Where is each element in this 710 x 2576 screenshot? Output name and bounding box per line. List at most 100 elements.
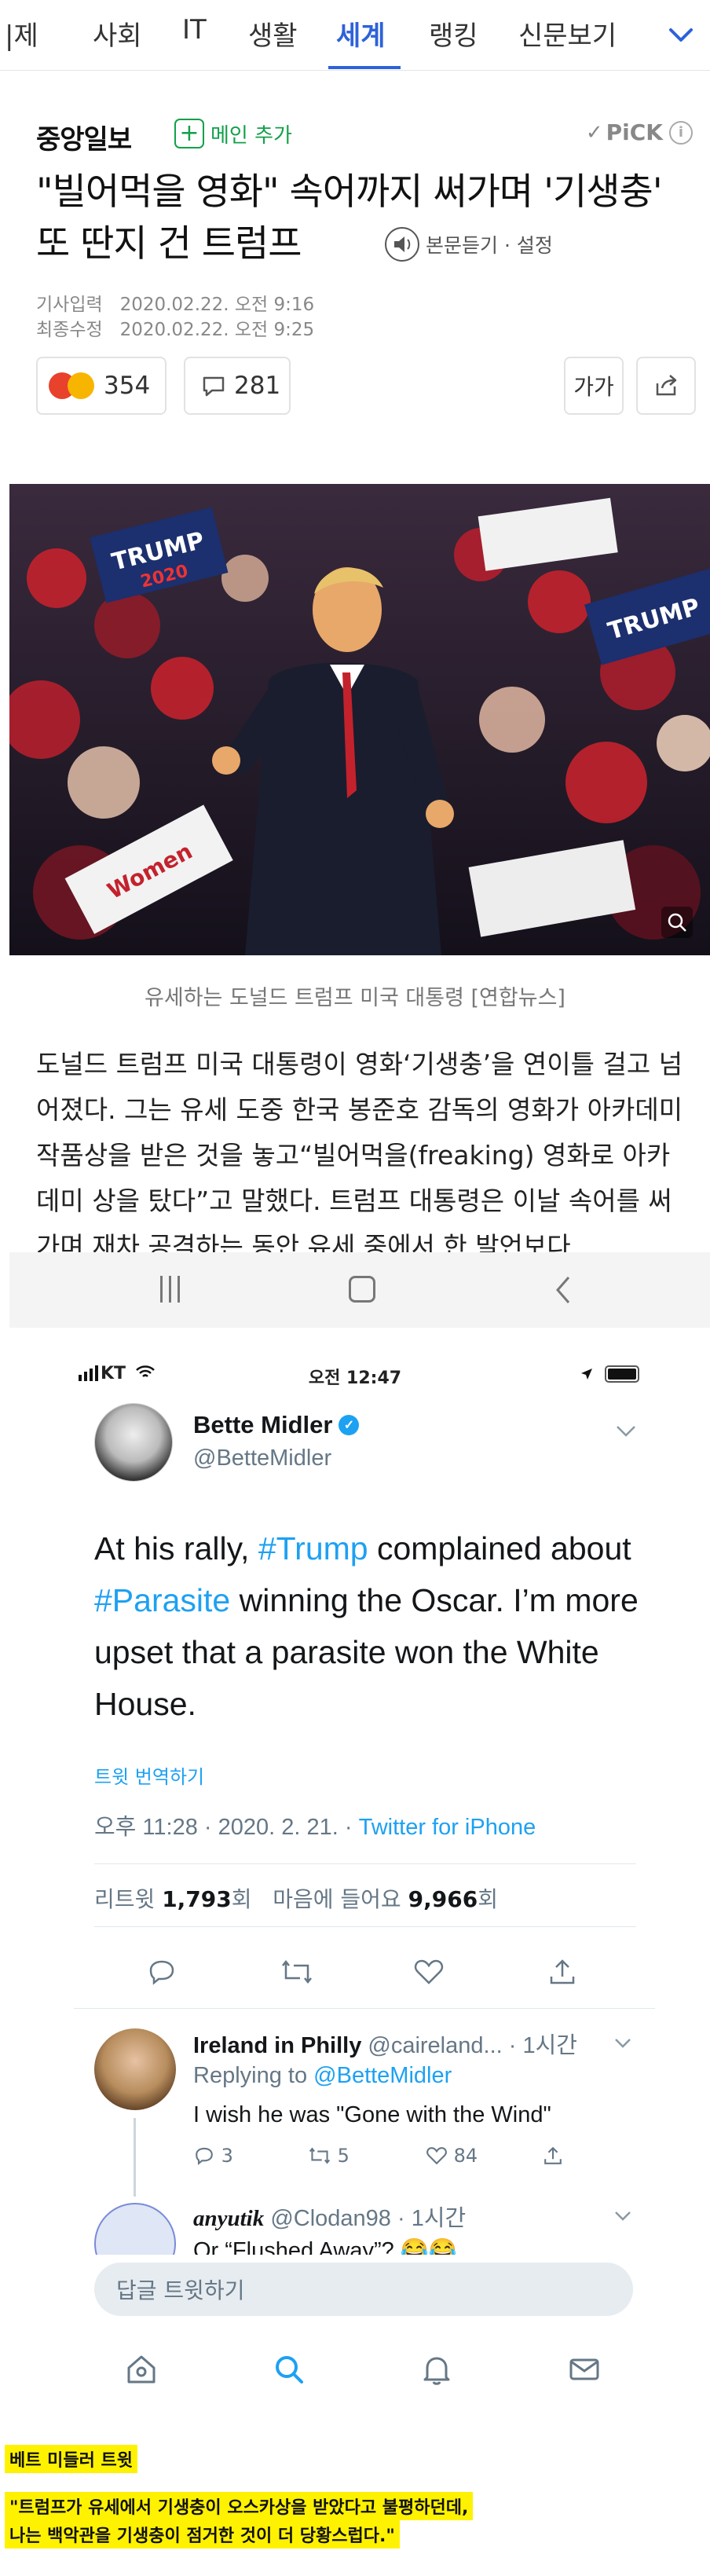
reply-icon[interactable]	[146, 1956, 178, 1988]
nav-tab-world[interactable]: 세계	[336, 14, 386, 53]
reply2-author-handle[interactable]: @Clodan98	[270, 2206, 391, 2231]
pick-label: PiCK	[606, 119, 663, 145]
info-icon[interactable]: i	[669, 120, 693, 145]
chevron-down-icon[interactable]	[661, 16, 701, 55]
zoom-icon[interactable]	[660, 905, 694, 940]
nav-tab-newspaper[interactable]: 신문보기	[518, 14, 617, 53]
reply-retweet-button[interactable]: 5	[308, 2145, 350, 2167]
check-icon: ✓	[585, 120, 603, 145]
author-name[interactable]: Bette Midler ✓	[193, 1411, 360, 1439]
reply2-menu-chevron-icon[interactable]	[613, 2209, 633, 2223]
listen-label: 본문듣기 · 설정	[426, 234, 553, 257]
modified-date: 2020.02.22. 오전 9:25	[119, 320, 315, 340]
retweet-icon	[309, 2147, 331, 2164]
comment-button[interactable]: 281	[184, 357, 291, 415]
count-unit: 회	[231, 1886, 252, 1912]
comment-icon	[203, 376, 225, 397]
share-button[interactable]	[636, 357, 696, 415]
reply-header: Ireland in Philly @caireland... · 1시간	[193, 2027, 577, 2060]
reply-author-handle[interactable]: @caireland...	[368, 2033, 502, 2058]
article-body: 도널드 트럼프 미국 대통령이 영화‘기생충’을 연이틀 걸고 넘어졌다. 그는…	[36, 1049, 683, 1252]
search-tab-icon[interactable]	[272, 2352, 306, 2387]
comment-count: 281	[234, 372, 281, 400]
overlay-title: 베트 미들러 트윗	[5, 2445, 137, 2473]
author-handle[interactable]: @BetteMidler	[193, 1446, 331, 1471]
home-icon[interactable]	[349, 1276, 375, 1303]
pick-badge: ✓ PiCK i	[586, 119, 693, 145]
category-nav: |제 사회 IT 생활 세계 랭킹 신문보기	[0, 0, 710, 71]
status-time: 오전 12:47	[308, 1369, 402, 1388]
reply-author-name[interactable]: Ireland in Philly	[193, 2033, 361, 2058]
nav-tab-ranking[interactable]: 랭킹	[429, 14, 478, 53]
modified-label: 최종수정	[36, 320, 103, 340]
reply-input-placeholder: 답글 트윗하기	[116, 2277, 245, 2303]
replying-label: Replying to	[193, 2063, 314, 2088]
retweet-icon[interactable]	[280, 1956, 314, 1988]
like-icon[interactable]	[413, 1956, 445, 1988]
tweet-text: At his rally, #Trump complained about #P…	[94, 1523, 660, 1730]
location-icon	[581, 1369, 592, 1380]
reply2-text: Or “Flushed Away”? 😂😂	[193, 2238, 458, 2255]
reaction-button[interactable]: 354	[36, 357, 167, 415]
author-avatar[interactable]	[94, 1403, 173, 1482]
press-logo[interactable]: 중앙일보	[36, 118, 132, 156]
nav-tab-partial[interactable]: |제	[5, 14, 38, 53]
reaction-count: 354	[104, 372, 151, 400]
rally-photo-illustration: TRUMP2020 TRUMP Women	[9, 484, 710, 955]
overlay-quote-line1: "트럼프가 유세에서 기생충이 오스카상을 받았다고 불평하던데,	[5, 2492, 474, 2520]
article-photo[interactable]: TRUMP 2020 TRUMP Women	[9, 484, 710, 955]
reply-retweets-count: 5	[337, 2145, 350, 2167]
font-size-button[interactable]: 가가	[564, 357, 624, 415]
nav-tab-society[interactable]: 사회	[93, 14, 142, 53]
hashtag-trump[interactable]: #Trump	[258, 1530, 368, 1566]
source-link[interactable]: Twitter for iPhone	[359, 1815, 536, 1840]
messages-tab-icon[interactable]	[567, 2352, 602, 2387]
replying-to-handle[interactable]: @BetteMidler	[313, 2063, 452, 2088]
reply-share-icon[interactable]	[542, 2145, 564, 2167]
back-icon[interactable]	[550, 1274, 576, 1306]
article-headline: "빌어먹을 영화" 속어까지 써가며 '기생충' 또 딴지 건 트럼프	[36, 170, 663, 266]
tweet-menu-chevron-icon[interactable]	[614, 1424, 638, 1439]
android-nav-bar	[9, 1252, 710, 1328]
notifications-tab-icon[interactable]	[419, 2352, 454, 2387]
replying-to: Replying to @BetteMidler	[193, 2063, 452, 2089]
published-label: 기사입력	[36, 295, 103, 315]
plus-icon: +	[174, 119, 204, 148]
share-tweet-icon[interactable]	[547, 1956, 578, 1988]
nav-tab-it[interactable]: IT	[182, 14, 207, 46]
retweets-count[interactable]: 1,793	[162, 1886, 232, 1912]
speaker-icon	[385, 227, 419, 262]
reply-like-button[interactable]: 84	[426, 2145, 478, 2167]
divider	[94, 1926, 636, 1927]
active-tab-indicator	[328, 66, 401, 69]
divider	[94, 1863, 636, 1864]
divider	[74, 2008, 655, 2009]
hashtag-parasite[interactable]: #Parasite	[94, 1582, 230, 1618]
published-info: 기사입력 2020.02.22. 오전 9:16	[36, 289, 314, 316]
count-unit: 회	[478, 1886, 498, 1912]
reply-reply-button[interactable]: 3	[193, 2145, 233, 2167]
listen-button[interactable]: 본문듣기 · 설정	[385, 227, 553, 262]
subscribe-label: 메인 추가	[210, 123, 292, 148]
reply-avatar[interactable]	[94, 2028, 176, 2110]
nav-tab-life[interactable]: 생활	[248, 14, 298, 53]
reply2-avatar[interactable]	[94, 2203, 176, 2255]
reply-input[interactable]: 답글 트윗하기	[94, 2263, 633, 2316]
subscribe-button[interactable]: + 메인 추가	[174, 116, 292, 151]
modified-info: 최종수정 2020.02.22. 오전 9:25	[36, 314, 314, 341]
thread-line	[134, 2118, 136, 2197]
share-icon	[656, 375, 677, 396]
reply-text: I wish he was "Gone with the Wind"	[193, 2102, 551, 2127]
tweet-text-part: complained about	[368, 1530, 631, 1566]
reply-menu-chevron-icon[interactable]	[613, 2036, 633, 2050]
translate-link[interactable]: 트윗 번역하기	[94, 1761, 204, 1789]
home-tab-icon[interactable]	[124, 2352, 159, 2387]
recent-apps-icon[interactable]	[159, 1276, 182, 1303]
photo-caption: 유세하는 도널드 트럼프 미국 대통령 [연합뉴스]	[145, 986, 565, 1010]
reply2-author-name[interactable]: anyutik	[193, 2206, 264, 2231]
reply-time: · 1시간	[508, 2033, 577, 2058]
reply2-time: · 1시간	[397, 2206, 467, 2231]
published-date: 2020.02.22. 오전 9:16	[119, 295, 315, 315]
likes-count[interactable]: 9,966	[408, 1886, 478, 1912]
retweets-label: 리트윗	[94, 1886, 156, 1912]
